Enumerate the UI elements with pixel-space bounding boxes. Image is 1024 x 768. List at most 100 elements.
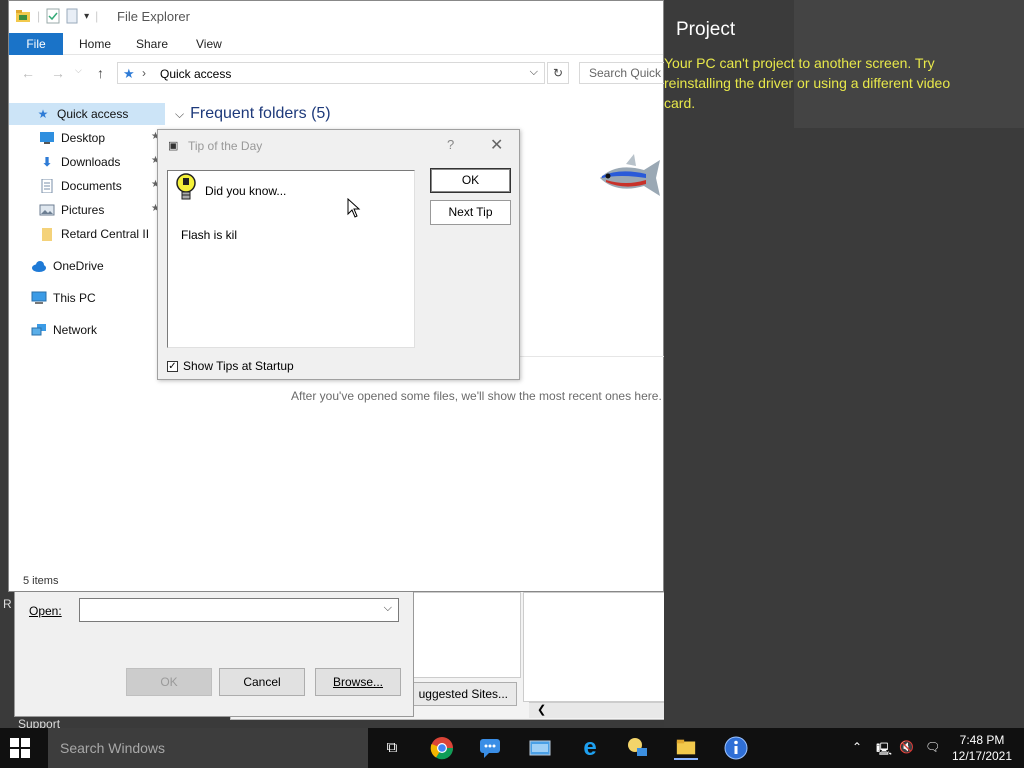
sidebar-item-label: Documents xyxy=(61,179,122,193)
address-dropdown-icon[interactable]: ⌵ xyxy=(530,66,538,79)
sidebar-item-network[interactable]: Network xyxy=(31,319,97,341)
clock-time: 7:48 PM xyxy=(959,733,1005,747)
sidebar-item-label: Retard Central II xyxy=(61,227,150,241)
address-text: Quick access xyxy=(160,67,232,81)
quick-access-toolbar: | ▾ | xyxy=(15,8,98,24)
next-tip-button[interactable]: Next Tip xyxy=(430,200,511,225)
properties-icon[interactable] xyxy=(46,8,60,24)
show-tips-label: Show Tips at Startup xyxy=(183,359,294,373)
volume-muted-icon[interactable]: 🔇 xyxy=(899,740,914,754)
chevron-down-icon: ⌵ xyxy=(175,107,185,121)
explorer-titlebar: | ▾ | File Explorer xyxy=(9,1,663,33)
window-title: File Explorer xyxy=(117,9,190,24)
chrome-icon[interactable] xyxy=(430,736,454,760)
desktop-edge-text: R xyxy=(3,597,12,611)
fish-icon xyxy=(600,154,660,196)
tab-file[interactable]: File xyxy=(9,33,63,55)
sidebar-item-label: Desktop xyxy=(61,131,106,145)
tip-ok-button[interactable]: OK xyxy=(430,168,511,193)
sidebar-item-documents[interactable]: Documents xyxy=(39,175,122,197)
folder-icon xyxy=(42,228,52,241)
toolbar-divider-2: | xyxy=(95,9,99,23)
sidebar-item-label: This PC xyxy=(53,291,96,305)
project-title: Project xyxy=(676,19,736,40)
sidebar-item-pictures[interactable]: Pictures xyxy=(39,199,104,221)
run-browse-button[interactable]: Browse... xyxy=(315,668,401,696)
sidebar-item-this-pc[interactable]: This PC xyxy=(31,287,96,309)
forward-arrow-icon[interactable]: → xyxy=(51,65,65,81)
task-view-icon[interactable]: ⧉ xyxy=(380,736,404,760)
sidebar-item-onedrive[interactable]: OneDrive xyxy=(31,255,104,277)
clock[interactable]: 7:48 PM 12/17/2021 xyxy=(946,732,1018,764)
frequent-folders-header[interactable]: ⌵ Frequent folders (5) xyxy=(175,105,331,123)
navigation-pane: ★ Quick access Desktop ★ ⬇ Downloads ★ D… xyxy=(9,101,165,571)
picture-icon xyxy=(39,204,55,216)
browser-panel xyxy=(411,592,521,678)
tip-dialog-titlebar: ▣ Tip of the Day ? ✕ xyxy=(158,130,519,160)
tip-dialog-title: Tip of the Day xyxy=(188,139,263,153)
toolbar-divider: | xyxy=(37,9,41,23)
close-icon[interactable]: ✕ xyxy=(490,135,503,155)
windows-start-icon[interactable] xyxy=(10,738,30,758)
network-icon xyxy=(31,324,46,336)
taskbar-search-box[interactable]: Search Windows xyxy=(48,728,368,768)
sidebar-item-downloads[interactable]: ⬇ Downloads xyxy=(39,151,120,173)
network-tray-icon[interactable]: 🖳 xyxy=(876,740,892,761)
chat-icon[interactable] xyxy=(478,736,502,760)
sidebar-item-desktop[interactable]: Desktop xyxy=(39,127,105,149)
clock-date: 12/17/2021 xyxy=(951,749,1013,763)
tab-share[interactable]: Share xyxy=(136,37,168,51)
suggested-sites-button[interactable]: uggested Sites... xyxy=(411,682,517,706)
search-input[interactable]: Search Quick access xyxy=(579,62,669,84)
action-center-icon[interactable]: 🗨 xyxy=(925,740,940,754)
chevron-down-icon[interactable]: ⌵ xyxy=(384,602,392,615)
run-cancel-button[interactable]: Cancel xyxy=(219,668,305,696)
did-you-know-heading: Did you know... xyxy=(205,184,287,198)
help-icon[interactable]: ? xyxy=(447,137,454,152)
network-settings-icon[interactable] xyxy=(625,736,649,760)
folder-app-icon xyxy=(16,10,30,22)
sidebar-item-label: OneDrive xyxy=(53,259,104,273)
mouse-cursor-icon xyxy=(347,198,361,218)
tab-view[interactable]: View xyxy=(196,37,222,51)
show-hidden-icons-icon[interactable]: ⌃ xyxy=(852,740,862,754)
computer-icon xyxy=(31,291,47,304)
project-flyout-panel: Project Your PC can't project to another… xyxy=(664,0,1024,728)
new-folder-icon[interactable] xyxy=(66,8,78,24)
tab-home[interactable]: Home xyxy=(79,37,111,51)
customize-toolbar-icon[interactable]: ▾ xyxy=(84,11,89,22)
sidebar-item-quick-access[interactable]: ★ Quick access xyxy=(9,103,165,125)
open-input[interactable]: ⌵ xyxy=(79,598,399,622)
sidebar-item-label: Downloads xyxy=(61,155,121,169)
scroll-left-arrow-icon[interactable]: ❮ xyxy=(529,702,669,718)
browser-panel-right xyxy=(523,592,665,702)
breadcrumb-separator-icon[interactable]: › xyxy=(142,66,146,80)
lightbulb-icon xyxy=(176,173,196,200)
download-arrow-icon: ⬇ xyxy=(41,155,53,169)
address-row: ← → ⌵ ↑ ★ › Quick access ⌵ ↻ Search Quic… xyxy=(9,55,669,91)
project-error-message: Your PC can't project to another screen.… xyxy=(664,55,951,111)
run-dialog: Open: ⌵ OK Cancel Browse... xyxy=(14,585,414,717)
up-arrow-icon[interactable]: ↑ xyxy=(97,65,104,81)
address-bar[interactable]: ★ › Quick access ⌵ xyxy=(117,62,545,84)
refresh-icon[interactable]: ↻ xyxy=(547,62,569,84)
ribbon-tabs: File Home Share View xyxy=(9,33,663,55)
recent-locations-icon[interactable]: ⌵ xyxy=(75,65,82,76)
status-item-count: 5 items xyxy=(23,575,59,587)
document-icon xyxy=(41,179,53,193)
tip-of-the-day-dialog: ▣ Tip of the Day ? ✕ Did you know... Fla… xyxy=(157,129,520,380)
tip-content-pane: Did you know... Flash is kil xyxy=(167,170,415,348)
star-icon: ★ xyxy=(123,66,135,81)
show-tips-checkbox[interactable]: ✓ xyxy=(167,360,178,372)
info-icon[interactable] xyxy=(724,736,748,760)
sidebar-item-retard-central[interactable]: Retard Central II xyxy=(39,223,149,245)
app-window-icon[interactable] xyxy=(528,736,552,760)
show-tips-checkbox-row[interactable]: ✓ Show Tips at Startup xyxy=(167,359,294,373)
file-explorer-icon[interactable] xyxy=(674,736,698,760)
sidebar-item-label: Pictures xyxy=(61,203,105,217)
back-arrow-icon[interactable]: ← xyxy=(21,65,35,81)
tip-text: Flash is kil xyxy=(181,228,238,242)
internet-explorer-icon[interactable]: e xyxy=(578,736,602,760)
taskbar: Search Windows ⧉ e ⌃ 🖳 🔇 🗨 7:48 PM 12/17… xyxy=(0,728,1024,768)
run-ok-button[interactable]: OK xyxy=(126,668,212,696)
